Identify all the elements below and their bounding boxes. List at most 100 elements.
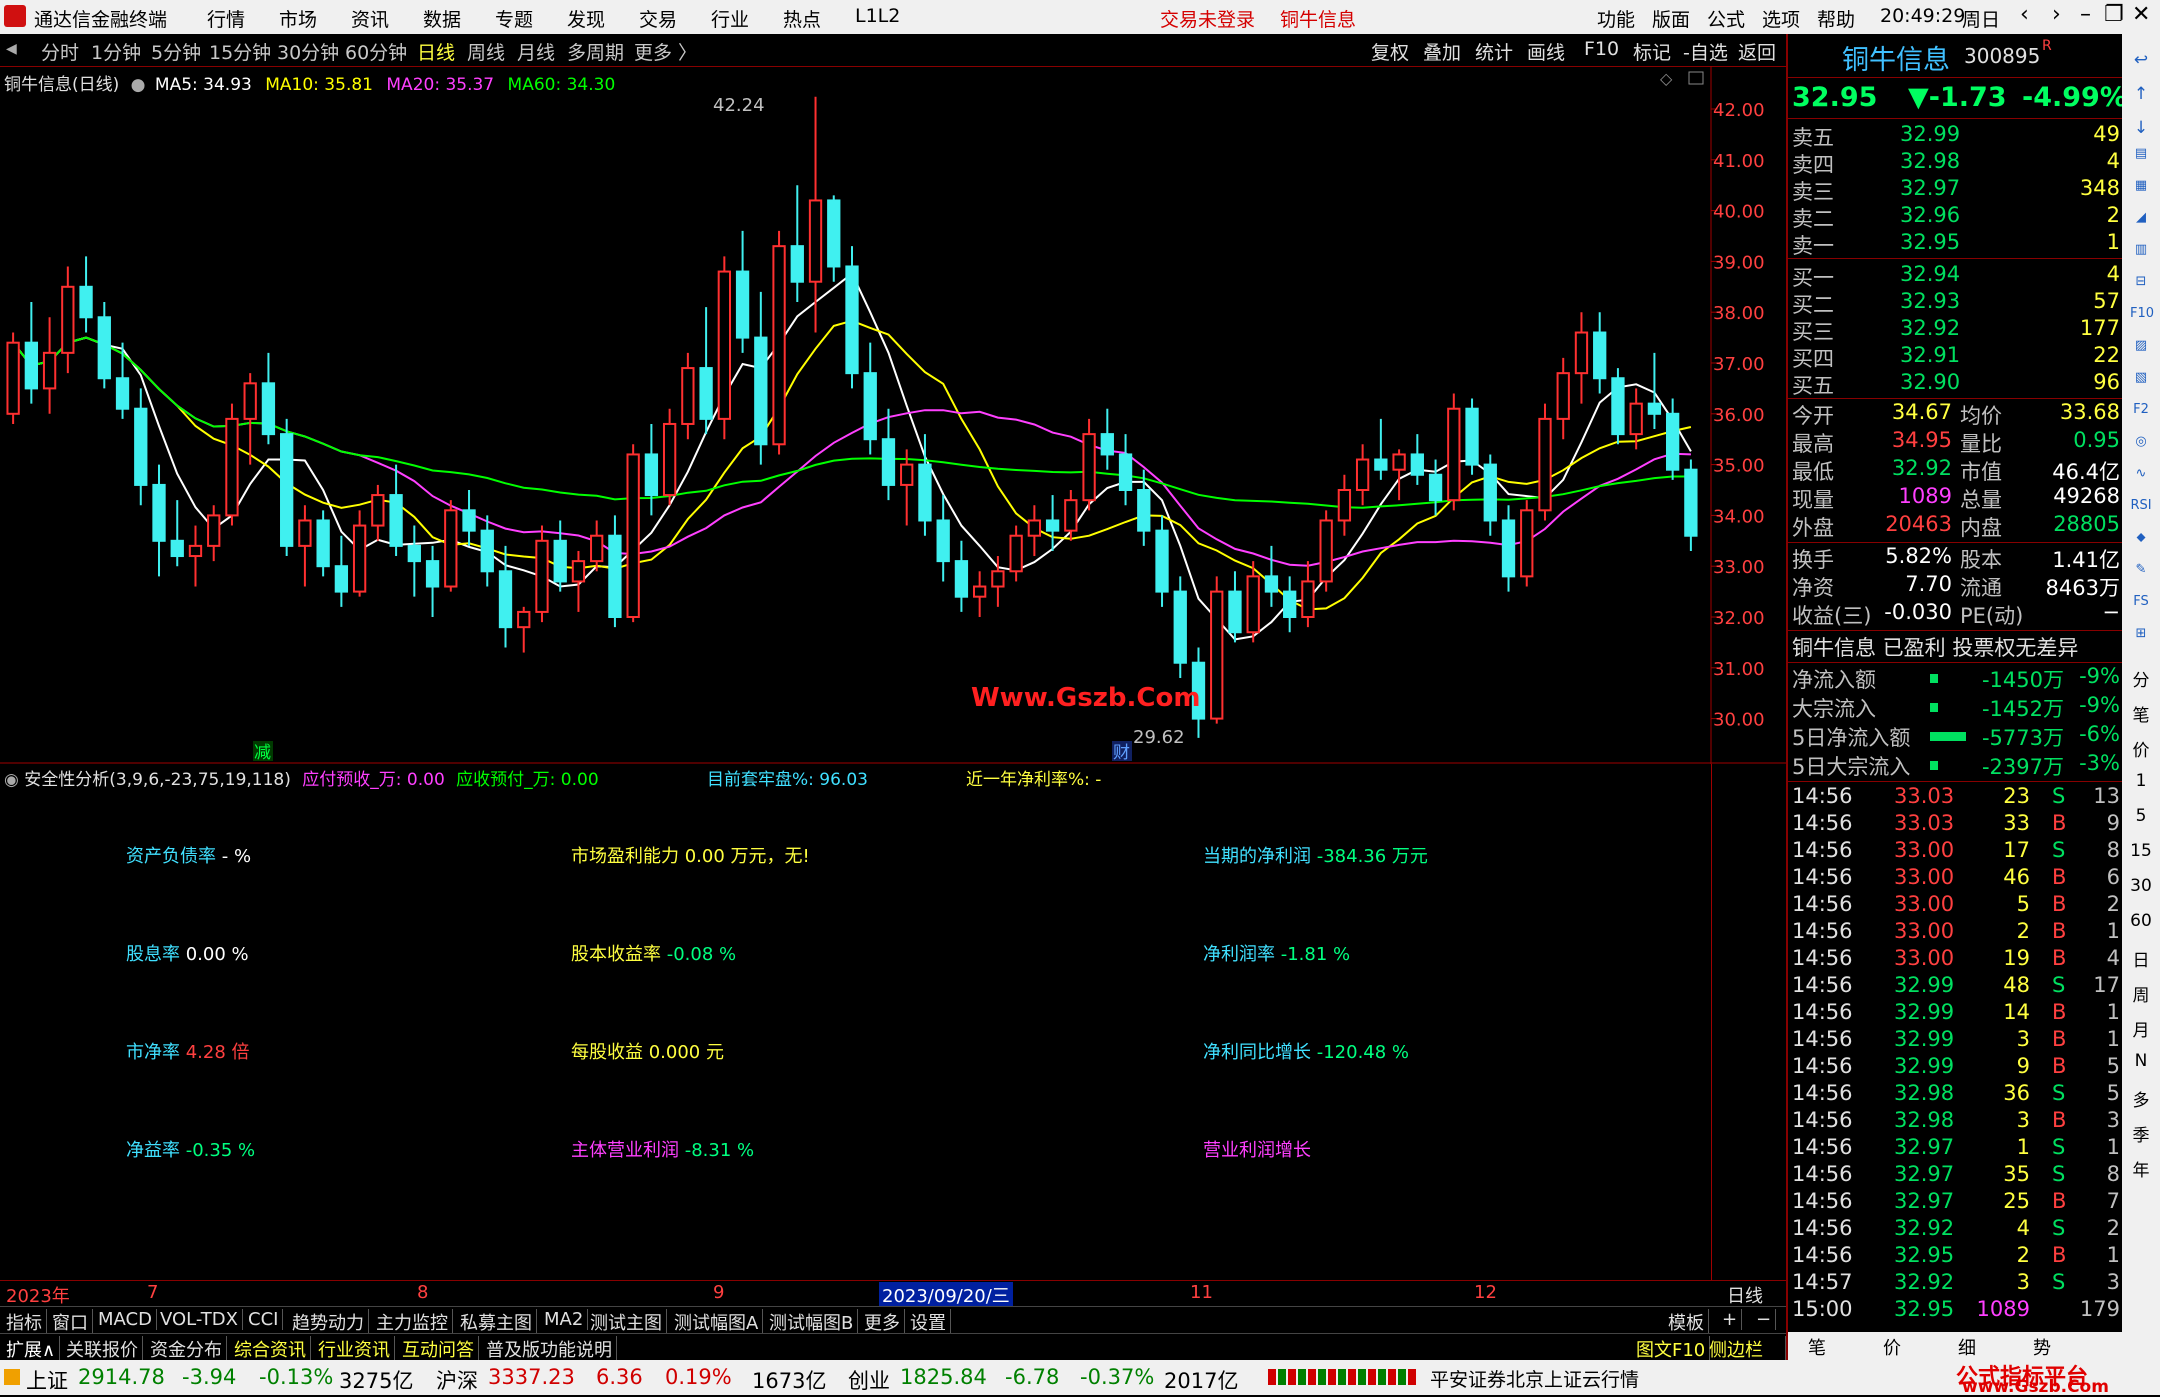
menu-xuanxiang[interactable]: 选项 bbox=[1762, 5, 1800, 32]
ask-row[interactable]: 卖五 32.99 49 bbox=[1788, 122, 2124, 150]
back-arrow-icon[interactable]: ‹ bbox=[2020, 2, 2029, 27]
menu-shichang[interactable]: 市场 bbox=[279, 5, 317, 32]
ask-row[interactable]: 卖四 32.98 4 bbox=[1788, 149, 2124, 177]
tab-cci[interactable]: CCI bbox=[244, 1309, 284, 1330]
forward-arrow-icon[interactable]: › bbox=[2052, 2, 2061, 27]
sidebar-tool-icon[interactable]: ◎ bbox=[2130, 434, 2152, 449]
stat-row[interactable]: 现量 1089 总量 49268 bbox=[1788, 484, 2124, 512]
tab-kuozhan[interactable]: 扩展∧ bbox=[2, 1336, 61, 1362]
menu-shuju[interactable]: 数据 bbox=[423, 5, 461, 32]
menu-redian[interactable]: 热点 bbox=[783, 5, 821, 32]
tool-diejia[interactable]: 叠加 bbox=[1423, 38, 1461, 65]
sidebar-period-item[interactable]: 1 bbox=[2130, 771, 2152, 791]
flow-row[interactable]: 大宗流入 -1452万 -9% bbox=[1788, 693, 2124, 721]
menu-faxian[interactable]: 发现 bbox=[567, 5, 605, 32]
menu-hangqing[interactable]: 行情 bbox=[207, 5, 245, 32]
menu-jiaoyi[interactable]: 交易 bbox=[639, 5, 677, 32]
tab-bi[interactable]: 笔 bbox=[1808, 1334, 1826, 1360]
sidebar-period-item[interactable]: 多 bbox=[2130, 1086, 2152, 1111]
sidebar-period-item[interactable]: 笔 bbox=[2130, 701, 2152, 726]
tick-row[interactable]: 14:56 32.98 3 B 3 bbox=[1788, 1108, 2124, 1136]
sidebar-period-item[interactable]: 价 bbox=[2130, 736, 2152, 761]
sidebar-period-item[interactable]: N bbox=[2130, 1051, 2152, 1071]
sidebar-period-item[interactable]: 日 bbox=[2130, 946, 2152, 971]
tool-biaoji[interactable]: 标记 bbox=[1633, 38, 1671, 65]
sidebar-tool-icon[interactable]: ▧ bbox=[2130, 370, 2152, 385]
bid-row[interactable]: 买三 32.92 177 bbox=[1788, 316, 2124, 344]
period-monthly[interactable]: 月线 bbox=[517, 38, 555, 65]
sidebar-tool-icon[interactable]: FS bbox=[2130, 594, 2152, 609]
stat-row[interactable]: 收益(三) -0.030 PE(动) − bbox=[1788, 600, 2124, 628]
sidebar-period-item[interactable]: 周 bbox=[2130, 981, 2152, 1006]
flow-row[interactable]: 5日大宗流入 -2397万 -3% bbox=[1788, 751, 2124, 779]
period-multi[interactable]: 多周期 bbox=[567, 38, 624, 65]
tool-fanhui[interactable]: 返回 bbox=[1738, 38, 1776, 65]
collapse-arrow-icon[interactable]: ◀ bbox=[6, 41, 17, 57]
tick-row[interactable]: 14:56 32.99 3 B 1 bbox=[1788, 1027, 2124, 1055]
tab-ceshifutu-a[interactable]: 测试幅图A bbox=[670, 1309, 764, 1335]
menu-l1l2[interactable]: L1L2 bbox=[855, 5, 900, 27]
period-more[interactable]: 更多 〉 bbox=[634, 38, 697, 65]
bid-row[interactable]: 买四 32.91 22 bbox=[1788, 343, 2124, 371]
tab-zonghezixun[interactable]: 综合资讯 bbox=[230, 1336, 311, 1362]
tick-row[interactable]: 14:56 32.99 9 B 5 bbox=[1788, 1054, 2124, 1082]
sidebar-period-item[interactable]: 分 bbox=[2130, 666, 2152, 691]
tab-xi[interactable]: 细 bbox=[1958, 1334, 1976, 1360]
stat-row[interactable]: 最高 34.95 量比 0.95 bbox=[1788, 428, 2124, 456]
sidebar-tool-icon[interactable]: ▤ bbox=[2130, 146, 2152, 161]
tick-row[interactable]: 14:56 32.92 4 S 2 bbox=[1788, 1216, 2124, 1244]
tab-macd[interactable]: MACD bbox=[94, 1309, 157, 1330]
tab-shi[interactable]: 势 bbox=[2033, 1334, 2051, 1360]
stat-row[interactable]: 最低 32.92 市值 46.4亿 bbox=[1788, 456, 2124, 484]
tab-shezhi[interactable]: 设置 bbox=[906, 1309, 951, 1335]
tick-row[interactable]: 14:56 32.97 35 S 8 bbox=[1788, 1162, 2124, 1190]
bid-row[interactable]: 买二 32.93 57 bbox=[1788, 289, 2124, 317]
sidebar-period-item[interactable]: 30 bbox=[2130, 876, 2152, 896]
tab-gengduo[interactable]: 更多 bbox=[860, 1309, 905, 1335]
tab-pujiban[interactable]: 普及版功能说明 bbox=[482, 1336, 617, 1362]
tool-fuquan[interactable]: 复权 bbox=[1371, 38, 1409, 65]
tool-zixuan[interactable]: -自选 bbox=[1683, 38, 1728, 65]
tab-hangyezixun[interactable]: 行业资讯 bbox=[314, 1336, 395, 1362]
bid-row[interactable]: 买一 32.94 4 bbox=[1788, 262, 2124, 290]
index-chuangye-name[interactable]: 创业 bbox=[848, 1365, 890, 1395]
tool-f10[interactable]: F10 bbox=[1584, 38, 1619, 60]
kline-chart[interactable]: 42.00 41.00 40.00 39.00 38.00 37.00 36.00 35.00… bbox=[0, 66, 1786, 764]
tab-hudongwenda[interactable]: 互动问答 bbox=[398, 1336, 479, 1362]
tick-row[interactable]: 14:56 33.00 2 B 1 bbox=[1788, 919, 2124, 947]
tab-template[interactable]: 模板 bbox=[1664, 1309, 1709, 1335]
tab-tuwen-f10[interactable]: 图文F10 bbox=[1632, 1336, 1711, 1362]
menu-bangzhu[interactable]: 帮助 bbox=[1817, 5, 1855, 32]
tab-chuangkou[interactable]: 窗口 bbox=[48, 1309, 93, 1335]
tab-ceshifutu-b[interactable]: 测试幅图B bbox=[765, 1309, 859, 1335]
tab-add[interactable]: + bbox=[1718, 1309, 1743, 1330]
tab-jia[interactable]: 价 bbox=[1883, 1334, 1901, 1360]
period-15min[interactable]: 15分钟 bbox=[209, 38, 271, 65]
tick-row[interactable]: 14:56 33.03 33 B 9 bbox=[1788, 811, 2124, 839]
sidebar-period-item[interactable]: 年 bbox=[2130, 1156, 2152, 1181]
indicator-menu-icon[interactable]: ◉ bbox=[4, 770, 19, 790]
tick-row[interactable]: 14:56 33.00 46 B 6 bbox=[1788, 865, 2124, 893]
sidebar-tool-icon[interactable]: ⊟ bbox=[2130, 274, 2152, 289]
sidebar-tool-icon[interactable]: ∿ bbox=[2130, 466, 2152, 481]
sidebar-tool-icon[interactable]: ⊞ bbox=[2130, 626, 2152, 641]
stat-row[interactable]: 外盘 20463 内盘 28805 bbox=[1788, 512, 2124, 540]
period-60min[interactable]: 60分钟 bbox=[345, 38, 407, 65]
tick-row[interactable]: 15:00 32.95 1089 179 bbox=[1788, 1297, 2124, 1325]
ask-row[interactable]: 卖一 32.95 1 bbox=[1788, 230, 2124, 258]
ma-settings-icon[interactable]: ● bbox=[131, 75, 146, 95]
restore-icon[interactable]: ❐ bbox=[2104, 2, 2124, 27]
sidebar-period-item[interactable]: 5 bbox=[2130, 806, 2152, 826]
period-fenshi[interactable]: 分时 bbox=[41, 38, 79, 65]
period-daily[interactable]: 日线 bbox=[417, 38, 455, 65]
tab-zhulijiankong[interactable]: 主力监控 bbox=[372, 1309, 453, 1335]
tool-huaxian[interactable]: 画线 bbox=[1527, 38, 1565, 65]
sidebar-back-icon[interactable]: ↩ bbox=[2130, 50, 2152, 70]
sidebar-period-item[interactable]: 月 bbox=[2130, 1016, 2152, 1041]
index-hushen-name[interactable]: 沪深 bbox=[436, 1365, 478, 1395]
flow-row[interactable]: 净流入额 -1450万 -9% bbox=[1788, 664, 2124, 692]
tab-ma2[interactable]: MA2 bbox=[540, 1309, 589, 1330]
sidebar-tool-icon[interactable]: ▨ bbox=[2130, 338, 2152, 353]
tab-simuzhutu[interactable]: 私募主图 bbox=[456, 1309, 537, 1335]
tick-row[interactable]: 14:56 32.97 1 S 1 bbox=[1788, 1135, 2124, 1163]
